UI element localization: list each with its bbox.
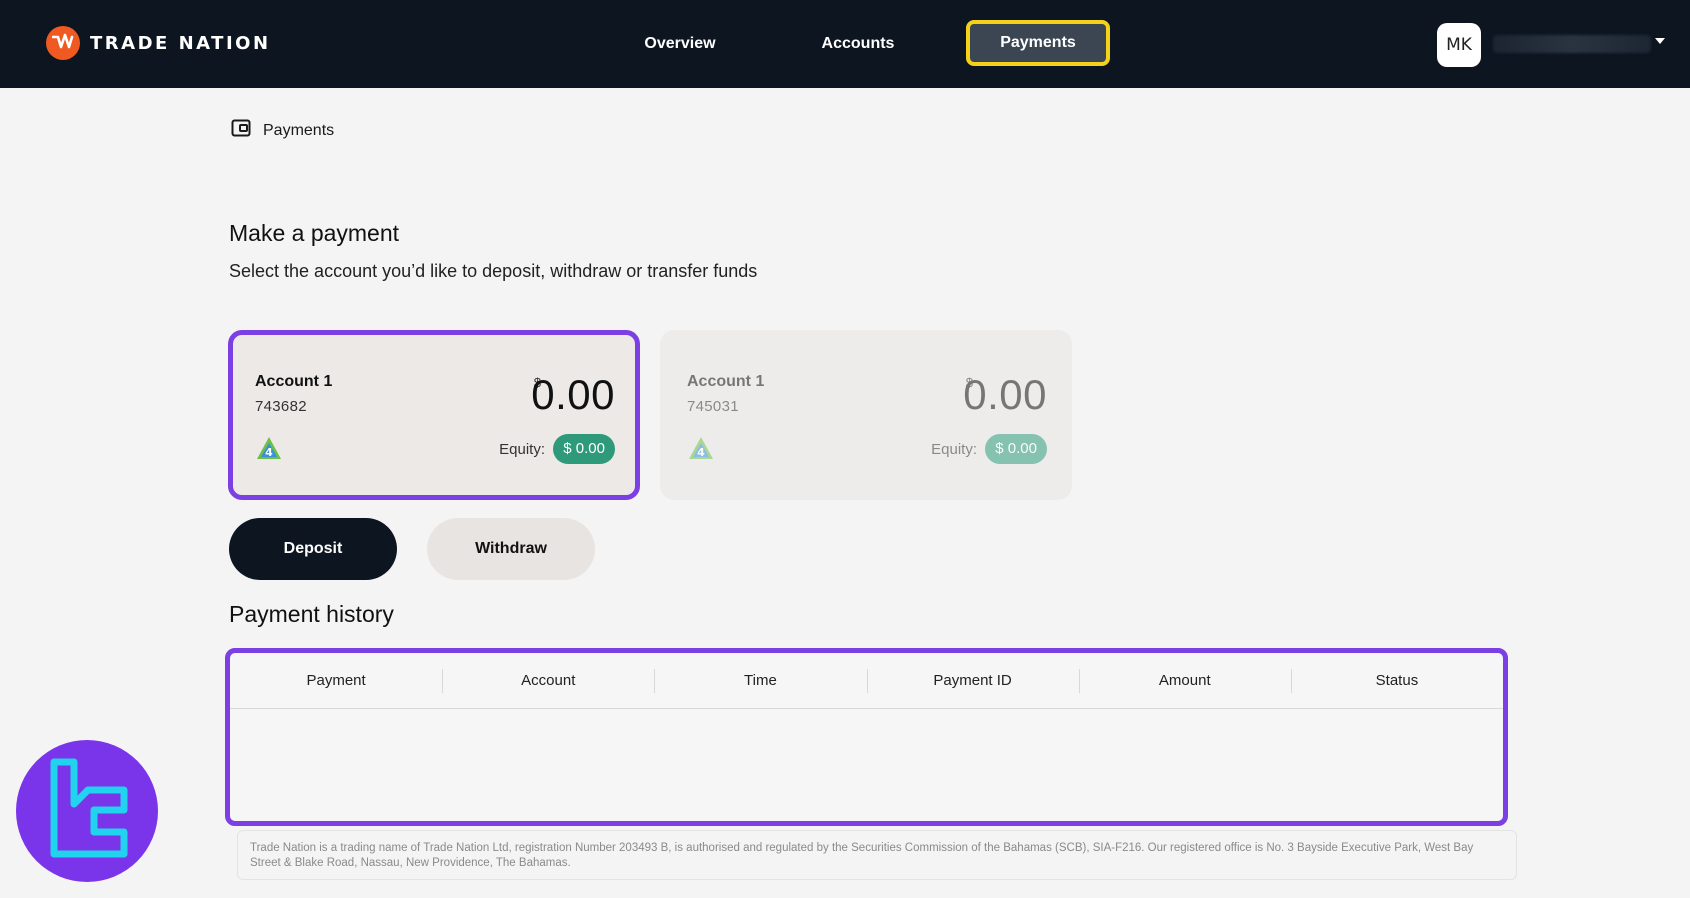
equity-badge: $ 0.00 [553,434,615,464]
watermark-logo-icon [50,758,128,858]
account-card-745031[interactable]: Account 1 745031 $ 0.00 4 Equity: $ 0.00 [660,330,1072,500]
svg-text:4: 4 [697,446,705,459]
chevron-down-icon[interactable] [1655,38,1665,44]
brand-name: TRADE NATION [90,32,271,54]
equity-label: Equity: [931,441,977,458]
metatrader4-icon: 4 [255,435,283,468]
payment-history-table: Payment Account Time Payment ID Amount S… [225,648,1508,826]
column-header-payment-id[interactable]: Payment ID [866,653,1079,708]
nav-payments[interactable]: Payments [966,20,1110,66]
wallet-icon [231,119,251,142]
column-header-payment[interactable]: Payment [230,653,442,708]
trade-nation-logo-icon [46,26,80,60]
user-avatar[interactable]: MK [1437,23,1481,67]
svg-text:4: 4 [265,446,273,459]
column-header-status[interactable]: Status [1290,653,1503,708]
table-header: Payment Account Time Payment ID Amount S… [230,653,1503,709]
account-name: Account 1 [255,373,333,390]
make-payment-title: Make a payment [229,220,400,246]
equity-badge: $ 0.00 [985,434,1047,464]
equity-label: Equity: [499,441,545,458]
user-name-redacted[interactable] [1493,35,1651,53]
account-balance: 0.00 [531,371,615,418]
nav-overview[interactable]: Overview [620,24,740,64]
trade-nation-logo[interactable]: TRADE NATION [46,26,271,60]
deposit-button[interactable]: Deposit [229,518,397,580]
metatrader4-icon: 4 [687,435,715,468]
account-balance: 0.00 [963,371,1047,418]
payment-history-title: Payment history [229,601,394,627]
watermark-logo [16,740,158,882]
withdraw-button[interactable]: Withdraw [427,518,595,580]
account-card-743682[interactable]: Account 1 743682 $ 0.00 4 Equity: $ 0.00 [228,330,640,500]
nav-accounts[interactable]: Accounts [798,24,918,64]
legal-disclaimer: Trade Nation is a trading name of Trade … [237,830,1517,880]
account-number: 745031 [687,398,739,415]
column-header-time[interactable]: Time [654,653,866,708]
breadcrumb: Payments [231,119,334,142]
breadcrumb-label: Payments [263,121,335,139]
account-number: 743682 [255,398,307,415]
column-header-amount[interactable]: Amount [1078,653,1291,708]
make-payment-subtitle: Select the account you’d like to deposit… [229,261,758,281]
account-name: Account 1 [687,373,765,390]
column-header-account[interactable]: Account [442,653,654,708]
top-navigation-bar: TRADE NATION Overview Accounts Payments … [0,0,1690,88]
